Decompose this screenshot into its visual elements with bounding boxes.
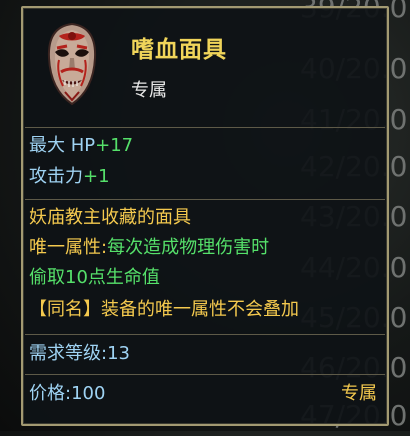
stat-attack: 攻击力+1	[29, 165, 110, 189]
stat-label: 攻击力	[29, 166, 83, 187]
price-value: 100	[71, 383, 106, 404]
divider	[25, 199, 385, 200]
required-level-value: 13	[107, 343, 130, 364]
required-level-label: 需求等级:	[29, 343, 108, 364]
required-level: 需求等级:13	[29, 342, 130, 366]
blood-mask-icon	[47, 22, 97, 106]
tooltip-header: 嗜血面具 专属	[23, 8, 387, 126]
binding-tag: 专属	[341, 383, 377, 404]
stat-value: +1	[83, 166, 110, 187]
stat-value: +17	[95, 135, 134, 156]
unique-property-label: 唯一属性:	[29, 237, 108, 258]
lore-text: 妖庙教主收藏的面具	[29, 207, 191, 228]
same-name-note: 【同名】装备的唯一属性不会叠加	[29, 299, 299, 320]
unique-property-effect-cont: 偷取10点生命值	[29, 267, 160, 288]
divider	[25, 334, 385, 335]
unique-property: 唯一属性:每次造成物理伤害时	[29, 236, 269, 260]
price: 价格:100	[29, 382, 105, 406]
divider	[25, 127, 385, 128]
price-label: 价格:	[29, 383, 72, 404]
stat-label: 最大 HP	[29, 135, 96, 156]
stat-max-hp: 最大 HP+17	[29, 134, 133, 158]
item-exclusive-tag: 专属	[131, 80, 167, 101]
unique-property-effect: 每次造成物理伤害时	[107, 237, 270, 258]
item-name: 嗜血面具	[131, 37, 227, 63]
item-tooltip: 嗜血面具 专属 最大 HP+17 攻击力+1 妖庙教主收藏的面具 唯一属性:每次…	[21, 6, 389, 426]
divider	[25, 374, 385, 375]
